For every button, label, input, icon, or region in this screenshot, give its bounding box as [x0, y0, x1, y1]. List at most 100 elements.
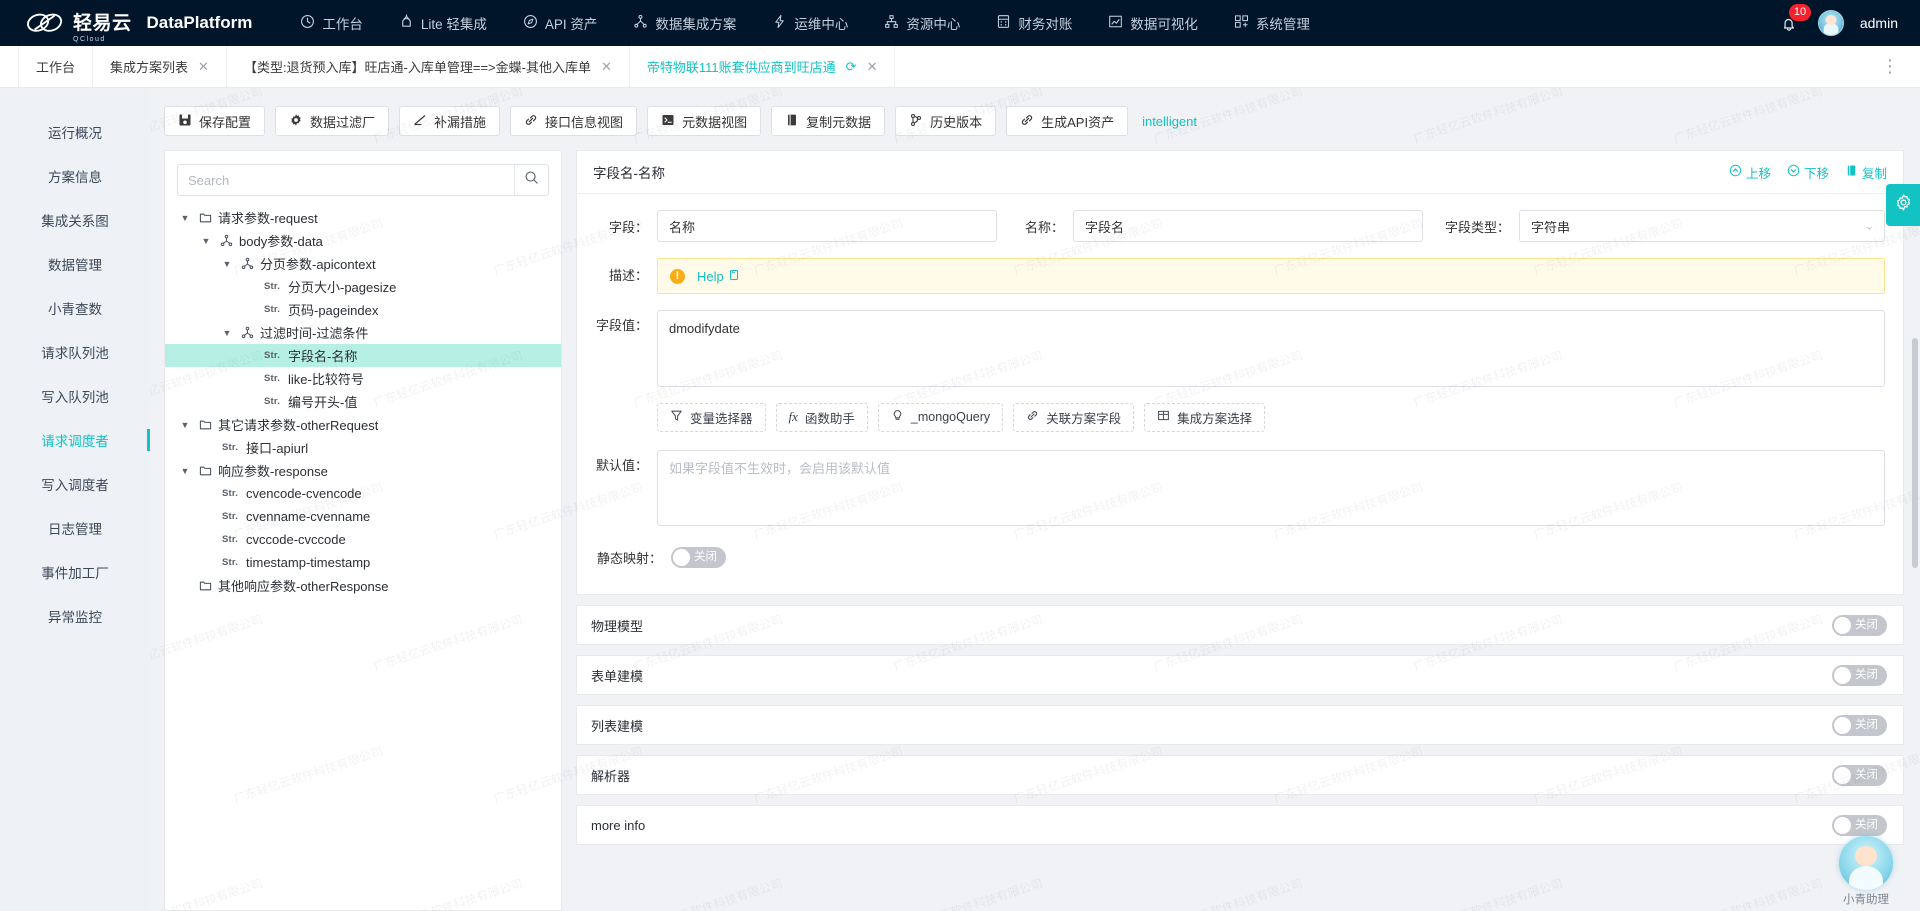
- generate-api-asset-button[interactable]: 生成API资产: [1006, 106, 1129, 136]
- copy-metadata-button[interactable]: 复制元数据: [771, 106, 886, 136]
- section-form-modeling[interactable]: 表单建模 关闭: [576, 655, 1904, 695]
- copy-field-button[interactable]: 复制: [1845, 163, 1887, 182]
- tree-node[interactable]: ▼ body参数-data: [165, 229, 561, 252]
- notifications-button[interactable]: 10: [1778, 4, 1812, 35]
- parameter-tree[interactable]: ▼ 请求参数-request ▼ body参数-data ▼ 分页参数-apicontex…: [165, 204, 561, 910]
- search-button[interactable]: [514, 165, 548, 195]
- nav-item-finance-reconciliation[interactable]: 财务对账: [978, 0, 1090, 46]
- tab-integration-plan-list[interactable]: 集成方案列表 ✕: [93, 46, 227, 87]
- field-input[interactable]: [657, 210, 997, 242]
- default-value-textarea[interactable]: [657, 449, 1885, 526]
- save-icon: [178, 113, 192, 130]
- patch-measure-button[interactable]: 补漏措施: [399, 106, 501, 136]
- search-input[interactable]: [178, 165, 514, 195]
- sidebar-item-relation-graph[interactable]: 集成关系图: [0, 198, 150, 242]
- chevron-down-icon[interactable]: ▼: [177, 466, 193, 476]
- username-label[interactable]: admin: [1860, 15, 1898, 31]
- refresh-icon[interactable]: ⟳: [846, 59, 857, 75]
- sidebar-item-write-scheduler[interactable]: 写入调度者: [0, 462, 150, 506]
- help-link[interactable]: Help: [697, 269, 740, 284]
- sidebar-item-event-factory[interactable]: 事件加工厂: [0, 550, 150, 594]
- nav-item-ops-center[interactable]: 运维中心: [754, 0, 866, 46]
- move-up-button[interactable]: 上移: [1729, 163, 1771, 182]
- sidebar-item-request-queue-pool[interactable]: 请求队列池: [0, 330, 150, 374]
- mongo-query-button[interactable]: _mongoQuery: [877, 402, 1004, 432]
- tab-inbound-order[interactable]: 【类型:退货预入库】旺店通-入库单管理==>金蝶-其他入库单 ✕: [227, 46, 630, 87]
- integration-plan-select-button[interactable]: 集成方案选择: [1144, 402, 1266, 432]
- search-box[interactable]: [177, 164, 549, 196]
- sidebar-item-overview[interactable]: 运行概况: [0, 110, 150, 154]
- chevron-down-icon[interactable]: ▼: [219, 259, 235, 269]
- section-toggle[interactable]: 关闭: [1832, 714, 1887, 736]
- vertical-scrollbar[interactable]: [1912, 338, 1918, 568]
- tree-node[interactable]: ▼ 分页参数-apicontext: [165, 252, 561, 275]
- function-helper-button[interactable]: fx 函数助手: [775, 402, 868, 432]
- avatar[interactable]: [1817, 10, 1844, 36]
- save-config-button[interactable]: 保存配置: [164, 106, 266, 136]
- tree-node[interactable]: Str. 字段名-名称: [165, 344, 561, 367]
- sidebar-item-log-management[interactable]: 日志管理: [0, 506, 150, 550]
- section-parser[interactable]: 解析器 关闭: [576, 755, 1904, 795]
- sidebar-item-data-management[interactable]: 数据管理: [0, 242, 150, 286]
- nav-item-data-integration-plan[interactable]: 数据集成方案: [615, 0, 754, 46]
- static-mapping-toggle[interactable]: 关闭: [671, 547, 726, 568]
- chevron-down-icon[interactable]: ▼: [177, 213, 193, 223]
- variable-selector-button[interactable]: 变量选择器: [657, 402, 766, 432]
- section-toggle[interactable]: 关闭: [1832, 764, 1887, 786]
- nav-item-api-assets[interactable]: API 资产: [505, 0, 616, 46]
- tree-node[interactable]: Str. 编号开头-值: [165, 390, 561, 413]
- move-down-button[interactable]: 下移: [1787, 163, 1829, 182]
- tree-node[interactable]: Str. cvencode-cvencode: [165, 482, 561, 505]
- interface-info-view-button[interactable]: 接口信息视图: [510, 106, 638, 136]
- tree-node[interactable]: 其他响应参数-otherResponse: [165, 574, 561, 597]
- tab-workbench[interactable]: 工作台: [18, 46, 94, 87]
- sidebar-item-label: 日志管理: [48, 522, 102, 537]
- field-type-select[interactable]: [1519, 210, 1885, 242]
- intelligent-link[interactable]: intelligent: [1142, 114, 1197, 129]
- chevron-down-icon[interactable]: ▼: [177, 420, 193, 430]
- brand-logo-area[interactable]: 轻易云 QCloud DataPlatform: [26, 8, 252, 43]
- chevron-down-icon[interactable]: ▼: [198, 236, 214, 246]
- sidebar-item-plan-info[interactable]: 方案信息: [0, 154, 150, 198]
- section-toggle[interactable]: 关闭: [1832, 814, 1887, 836]
- close-icon[interactable]: ✕: [198, 59, 209, 75]
- section-more-info[interactable]: more info 关闭: [576, 805, 1904, 845]
- close-icon[interactable]: ✕: [867, 59, 878, 75]
- section-list-modeling[interactable]: 列表建模 关闭: [576, 705, 1904, 745]
- sidebar-item-query[interactable]: 小青查数: [0, 286, 150, 330]
- section-toggle[interactable]: 关闭: [1832, 614, 1887, 636]
- tree-node[interactable]: Str. like-比较符号: [165, 367, 561, 390]
- tree-node[interactable]: Str. 接口-apiurl: [165, 436, 561, 459]
- field-value-textarea[interactable]: [657, 310, 1885, 387]
- name-input[interactable]: [1073, 210, 1423, 242]
- close-icon[interactable]: ✕: [601, 59, 612, 75]
- sidebar-item-write-queue-pool[interactable]: 写入队列池: [0, 374, 150, 418]
- tab-overflow-menu-button[interactable]: ⋮: [1861, 46, 1920, 87]
- nav-item-system-management[interactable]: 系统管理: [1216, 0, 1328, 46]
- nav-item-resource-center[interactable]: 资源中心: [866, 0, 978, 46]
- sidebar-item-request-scheduler[interactable]: 请求调度者: [0, 418, 150, 462]
- section-physical-model[interactable]: 物理模型 关闭: [576, 605, 1904, 645]
- tree-node[interactable]: Str. 分页大小-pagesize: [165, 275, 561, 298]
- tree-node[interactable]: ▼ 请求参数-request: [165, 206, 561, 229]
- tree-node[interactable]: Str. cvenname-cvenname: [165, 505, 561, 528]
- tree-node[interactable]: Str. timestamp-timestamp: [165, 551, 561, 574]
- related-plan-field-button[interactable]: 关联方案字段: [1013, 402, 1135, 432]
- tab-supplier-to-wangdiantong[interactable]: 帝特物联111账套供应商到旺店通 ⟳ ✕: [630, 46, 896, 87]
- sidebar-item-exception-monitor[interactable]: 异常监控: [0, 594, 150, 638]
- tree-node[interactable]: Str. cvccode-cvccode: [165, 528, 561, 551]
- nav-item-data-visualization[interactable]: 数据可视化: [1090, 0, 1216, 46]
- tree-node[interactable]: ▼ 过滤时间-过滤条件: [165, 321, 561, 344]
- chevron-down-icon[interactable]: ▼: [219, 328, 235, 338]
- nav-item-lite-integration[interactable]: Lite 轻集成: [381, 0, 505, 46]
- section-toggle[interactable]: 关闭: [1832, 664, 1887, 686]
- metadata-view-button[interactable]: 元数据视图: [647, 106, 762, 136]
- nav-item-workbench[interactable]: 工作台: [282, 0, 381, 46]
- tree-node[interactable]: ▼ 其它请求参数-otherRequest: [165, 413, 561, 436]
- tree-node[interactable]: ▼ 响应参数-response: [165, 459, 561, 482]
- history-version-button[interactable]: 历史版本: [895, 106, 997, 136]
- settings-drawer-handle[interactable]: [1886, 184, 1920, 226]
- data-filter-button[interactable]: 数据过滤厂: [275, 106, 390, 136]
- assistant-widget[interactable]: 小青助理: [1830, 836, 1902, 907]
- tree-node[interactable]: Str. 页码-pageindex: [165, 298, 561, 321]
